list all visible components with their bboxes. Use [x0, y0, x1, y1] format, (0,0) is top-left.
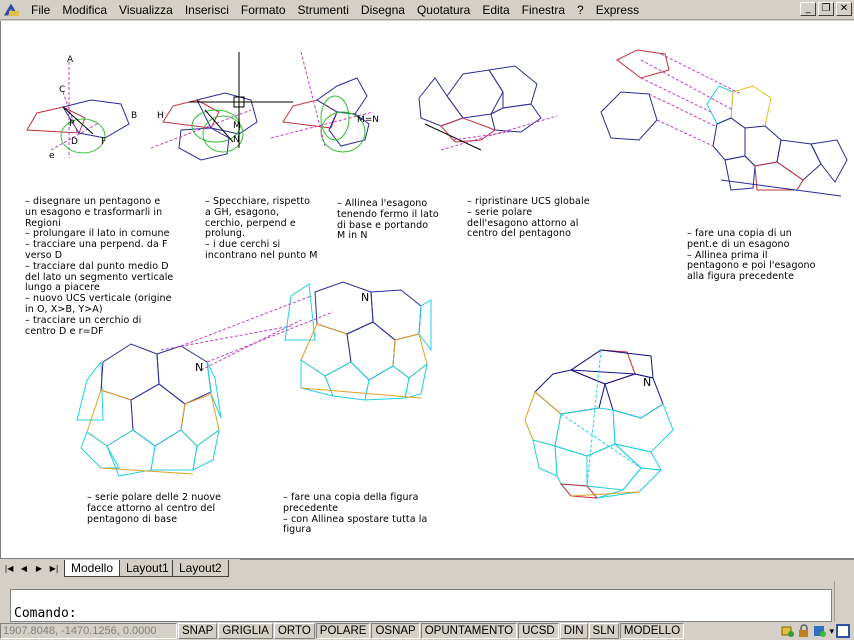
toggle-modello[interactable]: MODELLO [619, 623, 685, 639]
command-line-input[interactable]: Comando: [10, 589, 832, 622]
menu-edita[interactable]: Edita [476, 1, 515, 19]
label-c: C [59, 85, 66, 95]
trusted-path-icon[interactable] [813, 624, 827, 638]
figure-step2 [150, 52, 293, 161]
common-edge-line [62, 106, 94, 135]
menu-help[interactable]: ? [571, 1, 590, 19]
menu-finestra[interactable]: Finestra [516, 1, 571, 19]
note-step1: – disegnare un pentagono e un esagono e … [25, 196, 174, 337]
menu-quotatura[interactable]: Quotatura [411, 1, 476, 19]
toggle-orto[interactable]: ORTO [273, 623, 315, 639]
figure-step1 [26, 62, 130, 158]
figure-step4 [418, 65, 558, 151]
figure-step7 [180, 281, 432, 401]
clean-screen-icon[interactable] [836, 624, 850, 638]
label-d: D [71, 137, 78, 147]
close-button[interactable]: ✕ [836, 2, 852, 16]
label-n-copy: N [361, 291, 370, 304]
restore-button[interactable]: ❐ [818, 2, 834, 16]
label-a: A [67, 55, 74, 65]
menu-express[interactable]: Express [590, 1, 645, 19]
toggle-din[interactable]: DIN [559, 623, 588, 639]
pentagon-shape [162, 99, 220, 129]
layout-tab-bar: |◀ ◀ ▶ ▶| Modello Layout1 Layout2 [0, 558, 854, 577]
window-controls: _ ❐ ✕ [800, 2, 852, 16]
figure-final-ball [524, 349, 674, 499]
label-n-ball: N [643, 376, 652, 389]
menu-bar: File Modifica Visualizza Inserisci Forma… [0, 0, 854, 20]
tab-layout1[interactable]: Layout1 [119, 560, 176, 577]
note-step7: – fare una copia della figura precedente… [283, 492, 428, 536]
menu-formato[interactable]: Formato [235, 1, 292, 19]
toggle-osnap[interactable]: OSNAP [371, 623, 420, 639]
lock-icon[interactable] [797, 624, 811, 638]
status-tray: ▾ [781, 624, 854, 638]
note-step2: – Specchiare, rispetto a GH, esagono, ce… [205, 196, 318, 261]
note-step5: – fare una copia di un pent.e di un esag… [687, 228, 816, 283]
label-b: B [131, 111, 138, 121]
label-m: M [233, 121, 241, 131]
minimize-button[interactable]: _ [800, 2, 816, 16]
hexagon-1 [446, 69, 504, 119]
label-e: e [49, 151, 55, 161]
toggle-polare[interactable]: POLARE [315, 623, 371, 639]
pentagon-base [440, 117, 497, 143]
coordinates-readout[interactable]: 1907.8048, -1470.1256, 0.0000 [0, 623, 177, 639]
note-step4: – ripristinare UCS globale – serie polar… [467, 196, 590, 240]
command-prompt: Comando: [14, 606, 77, 621]
construction-line [300, 51, 326, 147]
tab-layout2[interactable]: Layout2 [172, 560, 229, 577]
next-tab-icon[interactable]: ▶ [32, 562, 46, 576]
menu-inserisci[interactable]: Inserisci [179, 1, 235, 19]
command-window: Comando: [0, 577, 854, 622]
toggle-sln[interactable]: SLN [588, 623, 619, 639]
toggle-snap[interactable]: SNAP [178, 623, 218, 639]
menu-visualizza[interactable]: Visualizza [113, 1, 179, 19]
label-m-equals-n: M=N [357, 115, 380, 125]
toggle-ucsd[interactable]: UCSD [518, 623, 559, 639]
pentagon-shape [282, 99, 338, 129]
face-1 [76, 360, 104, 421]
figure-step6 [76, 319, 302, 477]
hexagon-copy [600, 91, 658, 141]
last-tab-icon[interactable]: ▶| [47, 562, 61, 576]
label-f: F [101, 137, 107, 147]
autocad-logo-icon[interactable] [3, 2, 21, 18]
communication-center-icon[interactable] [781, 624, 795, 638]
hexagon-shape [316, 77, 368, 115]
label-n: N [233, 135, 240, 145]
first-tab-icon[interactable]: |◀ [2, 562, 16, 576]
mirrored-hexagon-shape [178, 127, 230, 161]
menu-disegna[interactable]: Disegna [355, 1, 411, 19]
label-n-half-ball: N [195, 361, 204, 374]
menu-strumenti[interactable]: Strumenti [292, 1, 355, 19]
note-step6: – serie polare delle 2 nuove facce attor… [87, 492, 222, 525]
autocad-window: File Modifica Visualizza Inserisci Forma… [0, 0, 854, 640]
tray-menu-icon[interactable]: ▾ [829, 626, 834, 637]
note-step3: – Allinea l'esagono tenendo fermo il lat… [337, 198, 439, 242]
command-scrollbar[interactable] [834, 581, 850, 622]
menu-file[interactable]: File [25, 1, 56, 19]
status-bar: 1907.8048, -1470.1256, 0.0000 SNAP GRIGL… [0, 622, 854, 640]
drawing-canvas[interactable]: A C B P D F e H M N M=N N N N – disegnar… [0, 21, 854, 558]
tabbar-divider [240, 559, 854, 560]
menu-modifica[interactable]: Modifica [56, 1, 113, 19]
tab-modello[interactable]: Modello [64, 560, 121, 577]
label-h: H [157, 111, 164, 121]
prev-tab-icon[interactable]: ◀ [17, 562, 31, 576]
label-p: P [69, 119, 75, 129]
toggle-opuntamento[interactable]: OPUNTAMENTO [420, 623, 518, 639]
toggle-griglia[interactable]: GRIGLIA [218, 623, 273, 639]
figure-step5 [600, 49, 848, 197]
